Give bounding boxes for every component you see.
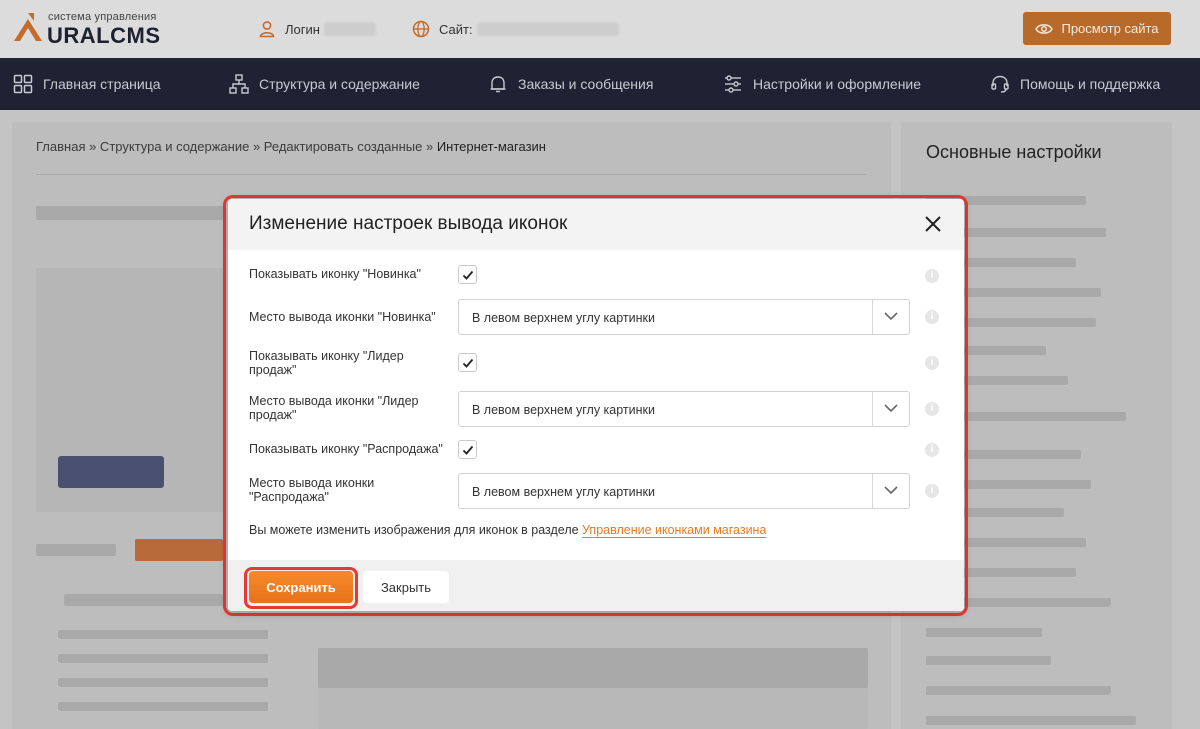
list-item xyxy=(58,702,268,711)
label-bestseller-position: Место вывода иконки "Лидер продаж" xyxy=(249,394,419,422)
logo[interactable]: система управления URALCMS xyxy=(12,9,172,49)
sidebar-title: Основные настройки xyxy=(926,142,1102,162)
check-icon xyxy=(462,445,474,455)
site-value-blurred xyxy=(476,22,619,36)
globe-icon xyxy=(412,20,430,38)
info-icon[interactable]: i xyxy=(925,443,939,457)
info-icon[interactable]: i xyxy=(925,310,939,324)
dialog-footer: Сохранить Закрыть xyxy=(228,560,964,611)
close-icon[interactable] xyxy=(921,212,945,236)
info-icon[interactable]: i xyxy=(925,402,939,416)
nav-item-help[interactable]: Помощь и поддержка xyxy=(990,58,1160,110)
chevron-down-icon xyxy=(884,404,898,413)
select-value: В левом верхнем углу картинки xyxy=(472,311,655,325)
breadcrumb-path[interactable]: Главная » Структура и содержание » Редак… xyxy=(36,139,437,154)
select-new-position[interactable]: В левом верхнем углу картинки xyxy=(458,299,910,335)
check-icon xyxy=(462,270,474,280)
info-icon[interactable]: i xyxy=(925,356,939,370)
note-text: Вы можете изменить изображения для иконо… xyxy=(249,523,583,537)
nav-label-help: Помощь и поддержка xyxy=(1020,76,1161,92)
dialog-header: Изменение настроек вывода иконок xyxy=(228,199,964,250)
info-icon[interactable]: i xyxy=(925,484,939,498)
dialog-title: Изменение настроек вывода иконок xyxy=(249,213,568,234)
check-icon xyxy=(462,358,474,368)
select-arrow[interactable] xyxy=(872,392,909,426)
select-sale-position[interactable]: В левом верхнем углу картинки xyxy=(458,473,910,509)
nav-label-settings: Настройки и оформление xyxy=(753,76,922,92)
list-item xyxy=(58,630,268,639)
sidebar-link-blurred[interactable] xyxy=(926,686,1111,695)
chevron-down-icon xyxy=(884,486,898,495)
headset-icon xyxy=(991,75,1009,93)
nav-item-settings[interactable]: Настройки и оформление xyxy=(723,58,921,110)
login-label: Логин xyxy=(285,21,320,37)
list-item xyxy=(58,654,268,663)
icons-note: Вы можете изменить изображения для иконо… xyxy=(249,523,767,538)
sidebar-link-blurred[interactable] xyxy=(926,716,1136,725)
user-icon xyxy=(259,21,275,38)
table-row xyxy=(318,688,868,729)
select-arrow[interactable] xyxy=(872,474,909,508)
bell-icon xyxy=(490,76,506,93)
add-rubric-button-blurred[interactable] xyxy=(135,539,223,561)
list-item xyxy=(58,678,268,687)
manage-icons-link[interactable]: Управление иконками магазина xyxy=(582,523,767,538)
chevron-down-icon xyxy=(884,312,898,321)
view-site-label: Просмотр сайта xyxy=(1061,21,1159,36)
checkbox-show-new[interactable] xyxy=(458,265,477,284)
page-title-blurred xyxy=(36,206,226,220)
select-value: В левом верхнем углу картинки xyxy=(472,403,655,417)
select-arrow[interactable] xyxy=(872,300,909,334)
top-header: система управления URALCMS Логин Сайт: П… xyxy=(0,0,1200,58)
nav-label-structure: Структура и содержание xyxy=(259,76,420,92)
sitemap-icon xyxy=(229,74,249,94)
select-bestseller-position[interactable]: В левом верхнем углу картинки xyxy=(458,391,910,427)
sidebar-link-blurred[interactable] xyxy=(926,656,1051,665)
logo-mark-icon xyxy=(14,13,42,41)
login-info[interactable]: Логин xyxy=(258,20,376,38)
breadcrumb: Главная » Структура и содержание » Редак… xyxy=(36,139,546,154)
nav-label-orders: Заказы и сообщения xyxy=(518,76,654,92)
checkbox-show-bestseller[interactable] xyxy=(458,353,477,372)
label-sale-position: Место вывода иконки "Распродажа" xyxy=(249,476,375,504)
filter-apply-button-blurred[interactable] xyxy=(58,456,164,488)
label-new-position: Место вывода иконки "Новинка" xyxy=(249,310,436,324)
nav-item-home[interactable]: Главная страница xyxy=(13,58,161,110)
main-nav: Главная страница Структура и содержание … xyxy=(0,58,1200,110)
site-label: Сайт: xyxy=(439,21,473,37)
grid-icon xyxy=(13,74,33,94)
sidebar-link-blurred[interactable] xyxy=(926,628,1042,637)
select-value: В левом верхнем углу картинки xyxy=(472,485,655,499)
logo-name: URALCMS xyxy=(47,23,161,48)
site-info[interactable]: Сайт: xyxy=(412,20,619,38)
save-button[interactable]: Сохранить xyxy=(249,571,353,603)
info-icon[interactable]: i xyxy=(925,269,939,283)
table-header-blurred xyxy=(318,648,868,688)
rubrics-label-blurred xyxy=(36,544,116,556)
nav-item-orders[interactable]: Заказы и сообщения xyxy=(488,58,653,110)
nav-item-structure[interactable]: Структура и содержание xyxy=(229,58,420,110)
label-show-new: Показывать иконку "Новинка" xyxy=(249,267,421,281)
sliders-icon xyxy=(725,75,741,93)
icon-settings-dialog: Изменение настроек вывода иконок Показыв… xyxy=(228,199,964,611)
label-show-bestseller: Показывать иконку "Лидер продаж" xyxy=(249,349,404,377)
divider xyxy=(36,174,866,175)
logo-subtitle: система управления xyxy=(48,11,157,23)
breadcrumb-current: Интернет-магазин xyxy=(436,139,546,154)
close-button[interactable]: Закрыть xyxy=(363,571,449,603)
checkbox-show-sale[interactable] xyxy=(458,440,477,459)
eye-icon xyxy=(1035,23,1054,34)
label-show-sale: Показывать иконку "Распродажа" xyxy=(249,442,443,456)
login-value-blurred xyxy=(323,22,376,36)
view-site-button[interactable]: Просмотр сайта xyxy=(1023,12,1171,45)
nav-label-home: Главная страница xyxy=(43,76,161,92)
category-title-blurred xyxy=(64,594,224,606)
